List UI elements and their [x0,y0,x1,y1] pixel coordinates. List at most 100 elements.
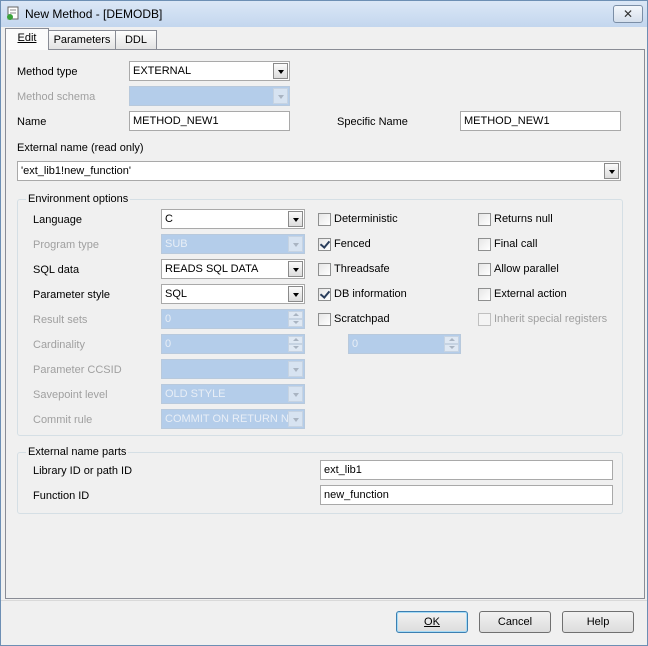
result-sets-spinner: 0 [161,309,305,329]
edit-panel: Method type EXTERNAL Method schema Name … [5,49,645,599]
result-sets-value: 0 [165,313,172,325]
tab-ddl[interactable]: DDL [115,30,157,49]
function-id-input[interactable]: new_function [320,485,613,505]
ok-button[interactable]: OK [396,611,468,633]
deterministic-checkbox[interactable] [318,213,331,226]
language-value: C [165,213,173,225]
title-bar: New Method - [DEMODB] ✕ [1,1,647,27]
tab-parameters-label: Parameters [53,34,111,46]
method-icon [7,6,19,20]
cardinality-label: Cardinality [33,339,85,351]
cancel-label: Cancel [497,616,533,628]
spin-up-icon [444,336,459,344]
button-bar-divider [1,600,647,601]
chevron-down-icon [273,88,288,104]
db-information-checkbox[interactable] [318,288,331,301]
window-title: New Method - [DEMODB] [25,7,163,21]
ok-label: OK [424,616,440,628]
name-input[interactable]: METHOD_NEW1 [129,111,290,131]
chevron-down-icon[interactable] [273,63,288,79]
scratchpad-checkbox[interactable] [318,313,331,326]
cancel-button[interactable]: Cancel [479,611,551,633]
spin-down-icon [288,319,303,327]
external-action-label: External action [494,288,567,300]
allow-parallel-checkbox[interactable] [478,263,491,276]
savepoint-level-select: OLD STYLE [161,384,305,404]
method-schema-label: Method schema [17,91,96,103]
specific-name-input[interactable]: METHOD_NEW1 [460,111,621,131]
sql-data-select[interactable]: READS SQL DATA [161,259,305,279]
scratchpad-label: Scratchpad [334,313,390,325]
chevron-down-icon[interactable] [604,163,619,179]
external-action-checkbox[interactable] [478,288,491,301]
chevron-down-icon[interactable] [288,286,303,302]
result-sets-label: Result sets [33,314,88,326]
final-call-checkbox[interactable] [478,238,491,251]
cardinality-value: 0 [165,338,172,350]
final-call-label: Final call [494,238,538,250]
method-type-label: Method type [17,66,78,78]
fenced-checkbox[interactable] [318,238,331,251]
library-id-label: Library ID or path ID [33,465,133,477]
parameter-ccsid-select [161,359,305,379]
commit-rule-value: COMMIT ON RETURN N [165,413,289,425]
function-id-label: Function ID [33,490,90,502]
threadsafe-label: Threadsafe [334,263,390,275]
parameter-style-value: SQL [165,288,188,300]
scratchpad-length-spinner: 0 [348,334,461,354]
parameter-style-label: Parameter style [33,289,111,301]
check-icon [319,238,331,249]
chevron-down-icon [288,411,303,427]
fenced-label: Fenced [334,238,371,250]
library-id-value: ext_lib1 [324,464,362,476]
chevron-down-icon[interactable] [288,211,303,227]
check-icon [319,288,331,299]
function-id-value: new_function [324,489,389,501]
close-button[interactable]: ✕ [613,5,643,23]
external-name-select[interactable]: 'ext_lib1!new_function' [17,161,621,181]
tab-edit[interactable]: Edit [5,28,49,50]
chevron-down-icon[interactable] [288,261,303,277]
program-type-label: Program type [33,239,100,251]
savepoint-level-value: OLD STYLE [165,388,226,400]
program-type-value: SUB [165,238,188,250]
library-id-input[interactable]: ext_lib1 [320,460,613,480]
spin-down-icon [444,344,459,352]
commit-rule-select: COMMIT ON RETURN N [161,409,305,429]
parameter-style-select[interactable]: SQL [161,284,305,304]
method-type-select[interactable]: EXTERNAL [129,61,290,81]
specific-name-value: METHOD_NEW1 [464,115,550,127]
chevron-down-icon [288,236,303,252]
sql-data-value: READS SQL DATA [165,263,259,275]
threadsafe-checkbox[interactable] [318,263,331,276]
language-select[interactable]: C [161,209,305,229]
returns-null-label: Returns null [494,213,553,225]
tab-ddl-label: DDL [124,34,147,46]
dialog-window: New Method - [DEMODB] ✕ Edit Parameters … [0,0,648,646]
external-name-value: 'ext_lib1!new_function' [21,165,131,177]
cardinality-spinner: 0 [161,334,305,354]
spin-up-icon [288,336,303,344]
tab-parameters[interactable]: Parameters [47,30,117,49]
commit-rule-label: Commit rule [33,414,93,426]
program-type-select: SUB [161,234,305,254]
parameter-ccsid-label: Parameter CCSID [33,364,122,376]
inherit-special-registers-label: Inherit special registers [494,313,608,325]
chevron-down-icon [288,361,303,377]
inherit-special-registers-checkbox [478,313,491,326]
sql-data-label: SQL data [33,264,80,276]
chevron-down-icon [288,386,303,402]
scratchpad-length-value: 0 [352,338,359,350]
tab-edit-label: Edit [17,32,37,44]
returns-null-checkbox[interactable] [478,213,491,226]
spin-down-icon [288,344,303,352]
specific-name-label: Specific Name [337,116,408,128]
help-button[interactable]: Help [562,611,634,633]
savepoint-level-label: Savepoint level [33,389,108,401]
external-name-parts-title: External name parts [26,446,129,458]
method-type-value: EXTERNAL [133,65,192,77]
environment-options-title: Environment options [26,193,131,205]
db-information-label: DB information [334,288,407,300]
spin-up-icon [288,311,303,319]
help-label: Help [586,616,610,628]
